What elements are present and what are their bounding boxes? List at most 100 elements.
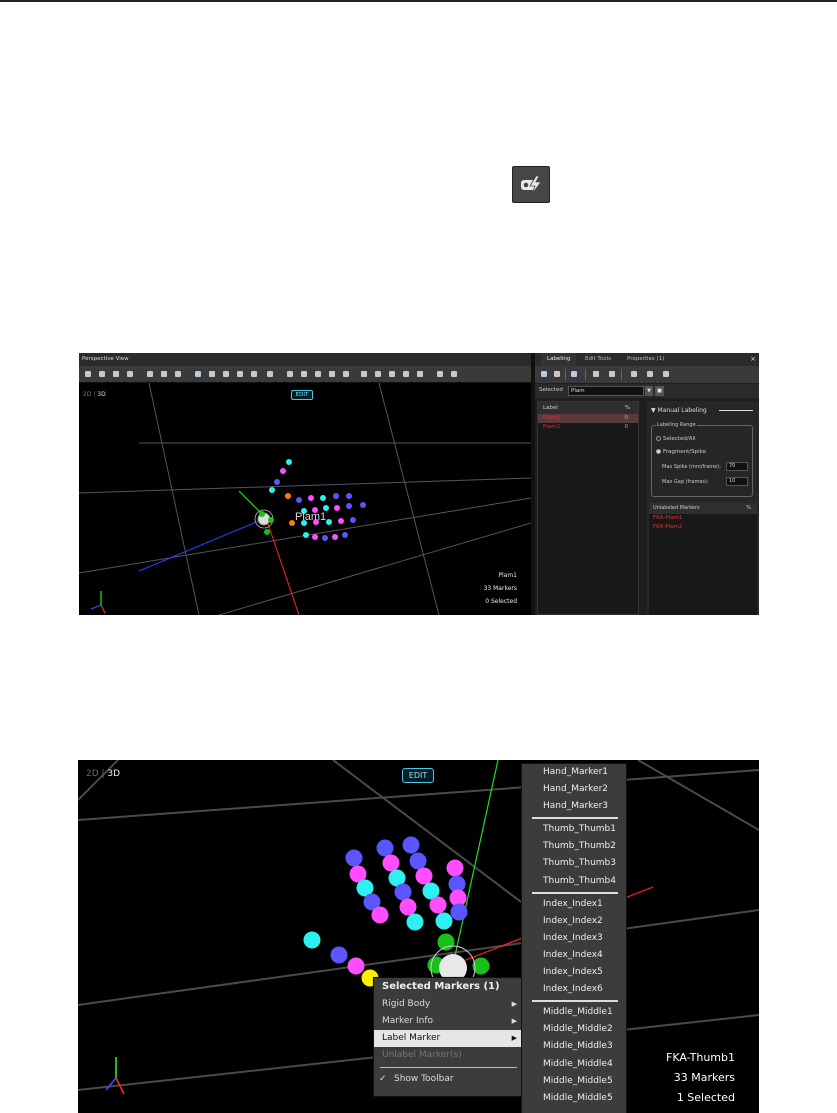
max-spike-input[interactable]: 70 bbox=[726, 462, 748, 471]
marker-sphere[interactable] bbox=[446, 859, 464, 877]
mode-2d[interactable]: 2D bbox=[86, 769, 99, 779]
marker-filter-icon[interactable] bbox=[401, 369, 411, 379]
manual-labeling-toggle[interactable]: ▼ Manual Labeling bbox=[651, 407, 707, 414]
marker-hide-icon[interactable] bbox=[387, 369, 397, 379]
label-marker-context-screenshot[interactable]: 2D | 3D EDIT Selected Markers (1) Rigid … bbox=[78, 760, 759, 1113]
marker-sphere[interactable] bbox=[346, 503, 352, 509]
submenu-item[interactable]: Middle_Middle2 bbox=[522, 1021, 626, 1038]
marker-sphere[interactable] bbox=[308, 495, 314, 501]
marker-remove-icon[interactable] bbox=[299, 369, 309, 379]
one-to-one-icon[interactable] bbox=[265, 369, 275, 379]
marker-sphere[interactable] bbox=[429, 896, 447, 914]
zoom-in-icon[interactable] bbox=[145, 369, 155, 379]
marker-sphere[interactable] bbox=[296, 497, 302, 503]
marker-sphere[interactable] bbox=[303, 532, 309, 538]
marker-sphere[interactable] bbox=[333, 493, 339, 499]
marker-sphere[interactable] bbox=[406, 913, 424, 931]
pointer-icon[interactable] bbox=[552, 369, 562, 379]
submenu-item[interactable]: Index_Index2 bbox=[522, 913, 626, 930]
submenu-item[interactable]: Index_Index3 bbox=[522, 930, 626, 947]
submenu-item[interactable]: Hand_Marker1 bbox=[522, 764, 626, 781]
step-forward-icon[interactable] bbox=[607, 369, 617, 379]
submenu-item[interactable]: Thumb_Thumb2 bbox=[522, 838, 626, 855]
submenu-item[interactable]: Middle_Middle5 bbox=[522, 1090, 626, 1107]
mode-3d[interactable]: 3D bbox=[107, 769, 120, 779]
marker-sphere[interactable] bbox=[382, 854, 400, 872]
marker-add-icon[interactable] bbox=[285, 369, 295, 379]
marker-sphere[interactable] bbox=[312, 534, 318, 540]
asset-select[interactable]: Plam bbox=[568, 386, 644, 396]
close-icon[interactable]: × bbox=[750, 353, 756, 366]
marker-sphere[interactable] bbox=[303, 931, 321, 949]
step-back-icon[interactable] bbox=[591, 369, 601, 379]
camera-icon[interactable] bbox=[111, 369, 121, 379]
menu-item-label-marker[interactable]: Label Marker ▶ bbox=[374, 1030, 523, 1047]
marker-sphere[interactable] bbox=[322, 535, 328, 541]
marker-sphere[interactable] bbox=[415, 867, 433, 885]
marker-sphere[interactable] bbox=[345, 849, 363, 867]
marker-sphere[interactable] bbox=[435, 912, 453, 930]
marker-sphere[interactable] bbox=[394, 883, 412, 901]
marker-trail-icon[interactable] bbox=[415, 369, 425, 379]
submenu-item[interactable]: Thumb_Thumb4 bbox=[522, 873, 626, 890]
tab-properties[interactable]: Properties (1) bbox=[621, 353, 670, 366]
marker-sphere[interactable] bbox=[269, 487, 275, 493]
submenu-item[interactable]: Index_Index5 bbox=[522, 964, 626, 981]
marker-sphere[interactable] bbox=[334, 505, 340, 511]
marker-show-icon[interactable] bbox=[373, 369, 383, 379]
rotate-icon[interactable] bbox=[221, 369, 231, 379]
radio-fragment-spike[interactable]: Fragment/Spike bbox=[656, 449, 706, 455]
tree-icon[interactable] bbox=[125, 369, 135, 379]
label-mode-icon[interactable] bbox=[539, 369, 549, 379]
max-gap-input[interactable]: 10 bbox=[726, 477, 748, 486]
tab-labeling[interactable]: Labeling bbox=[541, 353, 577, 366]
cube-icon[interactable] bbox=[97, 369, 107, 379]
perspective-viewport[interactable]: 2D | 3D EDIT Plam1 Plam1 33 Markers 0 Se… bbox=[79, 383, 531, 615]
marker-sphere[interactable] bbox=[268, 517, 274, 523]
menu-item-show-toolbar[interactable]: ✓ Show Toolbar bbox=[374, 1071, 523, 1088]
submenu-item[interactable]: Hand_Marker2 bbox=[522, 781, 626, 798]
skeleton-icon[interactable] bbox=[435, 369, 445, 379]
submenu-item[interactable]: Index_Index4 bbox=[522, 947, 626, 964]
marker-sphere[interactable] bbox=[286, 459, 292, 465]
marker-sphere[interactable] bbox=[450, 903, 468, 921]
list-item[interactable]: Plam1 0 bbox=[538, 414, 638, 423]
marker-sphere[interactable] bbox=[285, 493, 291, 499]
marker-sphere[interactable] bbox=[350, 517, 356, 523]
marker-sphere[interactable] bbox=[360, 502, 366, 508]
submenu-item[interactable]: Thumb_Thumb1 bbox=[522, 821, 626, 838]
marker-sphere[interactable] bbox=[326, 519, 332, 525]
marker-sphere[interactable] bbox=[280, 468, 286, 474]
submenu-item[interactable]: Middle_Middle1 bbox=[522, 1004, 626, 1021]
submenu-item[interactable]: Middle_Middle3 bbox=[522, 1038, 626, 1055]
zoom-out-icon[interactable] bbox=[159, 369, 169, 379]
marker-join-icon[interactable] bbox=[341, 369, 351, 379]
submenu-item[interactable]: Hand_Marker3 bbox=[522, 798, 626, 815]
marker-sphere[interactable] bbox=[330, 946, 348, 964]
marker-sphere[interactable] bbox=[264, 529, 270, 535]
lock-icon[interactable]: ■ bbox=[655, 386, 664, 396]
menu-item-rigid-body[interactable]: Rigid Body ▶ bbox=[374, 996, 523, 1013]
marker-split-icon[interactable] bbox=[327, 369, 337, 379]
marker-sphere[interactable] bbox=[437, 933, 455, 951]
marker-sphere[interactable] bbox=[346, 493, 352, 499]
radio-selected-all[interactable]: Selected/All bbox=[656, 436, 696, 442]
marker-sphere[interactable] bbox=[274, 479, 280, 485]
submenu-item[interactable]: Index_Index6 bbox=[522, 981, 626, 998]
eye-icon[interactable] bbox=[359, 369, 369, 379]
marker-sphere[interactable] bbox=[402, 836, 420, 854]
list-item[interactable]: FKA-Plam2 bbox=[649, 523, 757, 532]
list-item[interactable]: Plam2 0 bbox=[538, 423, 638, 432]
marker-sphere[interactable] bbox=[371, 906, 389, 924]
submenu-item[interactable]: Thumb_Thumb3 bbox=[522, 855, 626, 872]
unlabel-icon[interactable] bbox=[645, 369, 655, 379]
list-item[interactable]: FKA-Plam1 bbox=[649, 514, 757, 523]
submenu-item[interactable]: Index_Index1 bbox=[522, 896, 626, 913]
scale-icon[interactable] bbox=[235, 369, 245, 379]
marker-sphere[interactable] bbox=[376, 839, 394, 857]
marker-sphere[interactable] bbox=[409, 852, 427, 870]
select-icon[interactable] bbox=[193, 369, 203, 379]
menu-item-marker-info[interactable]: Marker Info ▶ bbox=[374, 1013, 523, 1030]
tab-edit-tools[interactable]: Edit Tools bbox=[579, 353, 617, 366]
marker-link-icon[interactable] bbox=[313, 369, 323, 379]
